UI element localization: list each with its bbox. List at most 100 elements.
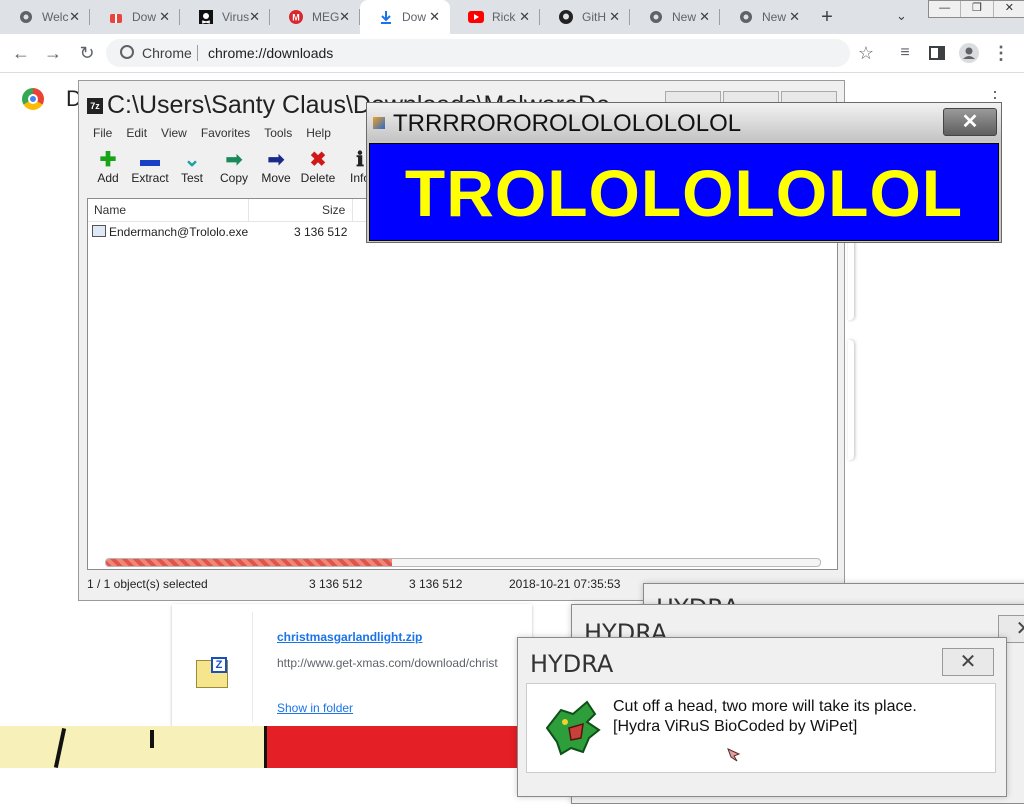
status-selected: 1 / 1 object(s) selected	[87, 577, 208, 591]
restore-icon[interactable]: ❐	[961, 1, 994, 17]
download-filename-link[interactable]: christmasgarlandlight.zip	[277, 630, 422, 644]
chrome-globe-icon	[648, 9, 664, 25]
url-text[interactable]: chrome://downloads	[208, 45, 333, 61]
window-title: HYDRA	[530, 650, 614, 678]
title-bar[interactable]: TRRRROROROLOLOLOLOLOL ✕	[367, 103, 1001, 141]
add-label: Add	[97, 171, 119, 185]
new-tab-plus-icon[interactable]: +	[815, 5, 839, 29]
tab-7[interactable]: New ✕	[630, 0, 720, 34]
tab-strip: Welc ✕ Dow ✕ Virus ✕ M MEG ✕ Dow ✕ Rick …	[0, 0, 1024, 34]
github-icon	[558, 9, 574, 25]
hydra-dragon-icon	[545, 700, 601, 756]
zip-file-icon: Z	[196, 657, 228, 688]
wallpaper-art	[0, 726, 264, 768]
star-icon[interactable]: ☆	[855, 42, 877, 64]
column-name[interactable]: Name	[94, 203, 126, 217]
plus-icon: ✚	[99, 149, 117, 171]
progress-bar	[105, 558, 821, 567]
copy-label: Copy	[219, 171, 248, 185]
menu-file[interactable]: File	[93, 126, 112, 140]
chrome-globe-icon	[738, 9, 754, 25]
more-menu-icon[interactable]: ⋮	[990, 42, 1012, 64]
delete-label: Delete	[300, 171, 336, 185]
column-size[interactable]: Size	[322, 203, 345, 217]
minus-icon: ▬	[140, 149, 160, 171]
toolbar: ✚ Add ▬ Extract ⌄ Test ➡ Copy ➡ Move ✖ D…	[87, 149, 381, 185]
media-queue-icon[interactable]: ≡	[894, 42, 916, 64]
menu-favorites[interactable]: Favorites	[201, 126, 250, 140]
menu-edit[interactable]: Edit	[126, 126, 147, 140]
mega-icon: M	[288, 9, 304, 25]
exe-file-icon	[92, 225, 106, 237]
menu-view[interactable]: View	[161, 126, 187, 140]
test-label: Test	[180, 171, 203, 185]
back-arrow-icon[interactable]: ←	[10, 42, 32, 64]
app-icon	[373, 117, 385, 129]
gift-icon	[108, 9, 124, 25]
tab-0[interactable]: Welc ✕	[0, 0, 90, 34]
download-card-edge	[848, 340, 854, 460]
site-chip: Chrome	[142, 45, 192, 61]
close-button[interactable]: ✕	[943, 108, 997, 136]
close-icon[interactable]: ✕	[249, 9, 260, 25]
close-icon[interactable]: ✕	[609, 9, 620, 25]
close-button[interactable]: ✕	[942, 648, 994, 676]
message-panel: Cut off a head, two more will take its p…	[526, 683, 996, 773]
window-controls: — ❐ ✕	[928, 0, 1024, 18]
banner-text: TROLOLOLOLOL	[404, 156, 964, 230]
side-panel-icon[interactable]	[926, 42, 948, 64]
reload-icon[interactable]: ↻	[76, 42, 98, 64]
status-packed-size: 3 136 512	[409, 577, 463, 591]
close-icon[interactable]: ✕	[339, 9, 350, 25]
add-button[interactable]: ✚ Add	[87, 149, 129, 185]
move-button[interactable]: ➡ Move	[255, 149, 297, 185]
file-size: 3 136 512	[294, 225, 348, 239]
tab-2[interactable]: Virus ✕	[180, 0, 270, 34]
tab-5[interactable]: Rick ✕	[450, 0, 540, 34]
hydra-message-line2: [Hydra ViRuS BioCoded by WiPet]	[613, 718, 858, 735]
extract-label: Extract	[131, 171, 169, 185]
hydra-message-line1: Cut off a head, two more will take its p…	[613, 698, 917, 715]
download-url: http://www.get-xmas.com/download/christ	[277, 656, 498, 670]
delete-button[interactable]: ✖ Delete	[297, 149, 339, 185]
menu-tools[interactable]: Tools	[264, 126, 292, 140]
address-bar[interactable]: Chrome chrome://downloads	[106, 39, 850, 67]
cursor-icon	[727, 748, 741, 762]
extract-button[interactable]: ▬ Extract	[129, 149, 171, 185]
tab-1[interactable]: Dow ✕	[90, 0, 180, 34]
tab-4[interactable]: Dow ✕	[360, 0, 450, 34]
menu-bar: File Edit View Favorites Tools Help	[93, 126, 331, 140]
close-icon[interactable]: ✕	[519, 9, 530, 25]
test-button[interactable]: ⌄ Test	[171, 149, 213, 185]
tab-8[interactable]: New ✕	[720, 0, 810, 34]
move-label: Move	[261, 171, 291, 185]
chrome-logo-icon	[22, 88, 44, 110]
forward-arrow-icon[interactable]: →	[42, 42, 64, 64]
hydra-window: HYDRA ✕ Cut off a head, two more will ta…	[517, 637, 1007, 797]
window-title: TRRRROROROLOLOLOLOLOL	[393, 110, 742, 137]
close-icon[interactable]: ✕	[699, 9, 710, 25]
svg-text:M: M	[292, 13, 300, 23]
close-icon[interactable]: ✕	[159, 9, 170, 25]
close-icon[interactable]: ✕	[69, 9, 80, 25]
youtube-icon	[468, 9, 484, 25]
chrome-globe-icon	[18, 9, 34, 25]
show-in-folder-link[interactable]: Show in folder	[277, 701, 353, 715]
tab-6[interactable]: GitH ✕	[540, 0, 630, 34]
copy-arrow-icon: ➡	[225, 149, 243, 171]
close-icon[interactable]: ✕	[429, 9, 440, 25]
download-icon	[378, 9, 394, 25]
close-icon[interactable]: ✕	[789, 9, 800, 25]
chevron-down-icon[interactable]: ⌄	[896, 8, 907, 24]
delete-x-icon: ✖	[309, 149, 327, 171]
progress-fill	[106, 559, 392, 566]
menu-help[interactable]: Help	[306, 126, 331, 140]
status-date: 2018-10-21 07:35:53	[509, 577, 621, 591]
minimize-icon[interactable]: —	[929, 1, 962, 17]
table-row[interactable]: Endermanch@Trololo.exe	[92, 225, 248, 239]
move-arrow-icon: ➡	[267, 149, 285, 171]
close-icon[interactable]: ✕	[994, 1, 1024, 17]
tab-3[interactable]: M MEG ✕	[270, 0, 360, 34]
copy-button[interactable]: ➡ Copy	[213, 149, 255, 185]
profile-avatar-icon[interactable]	[958, 42, 980, 64]
